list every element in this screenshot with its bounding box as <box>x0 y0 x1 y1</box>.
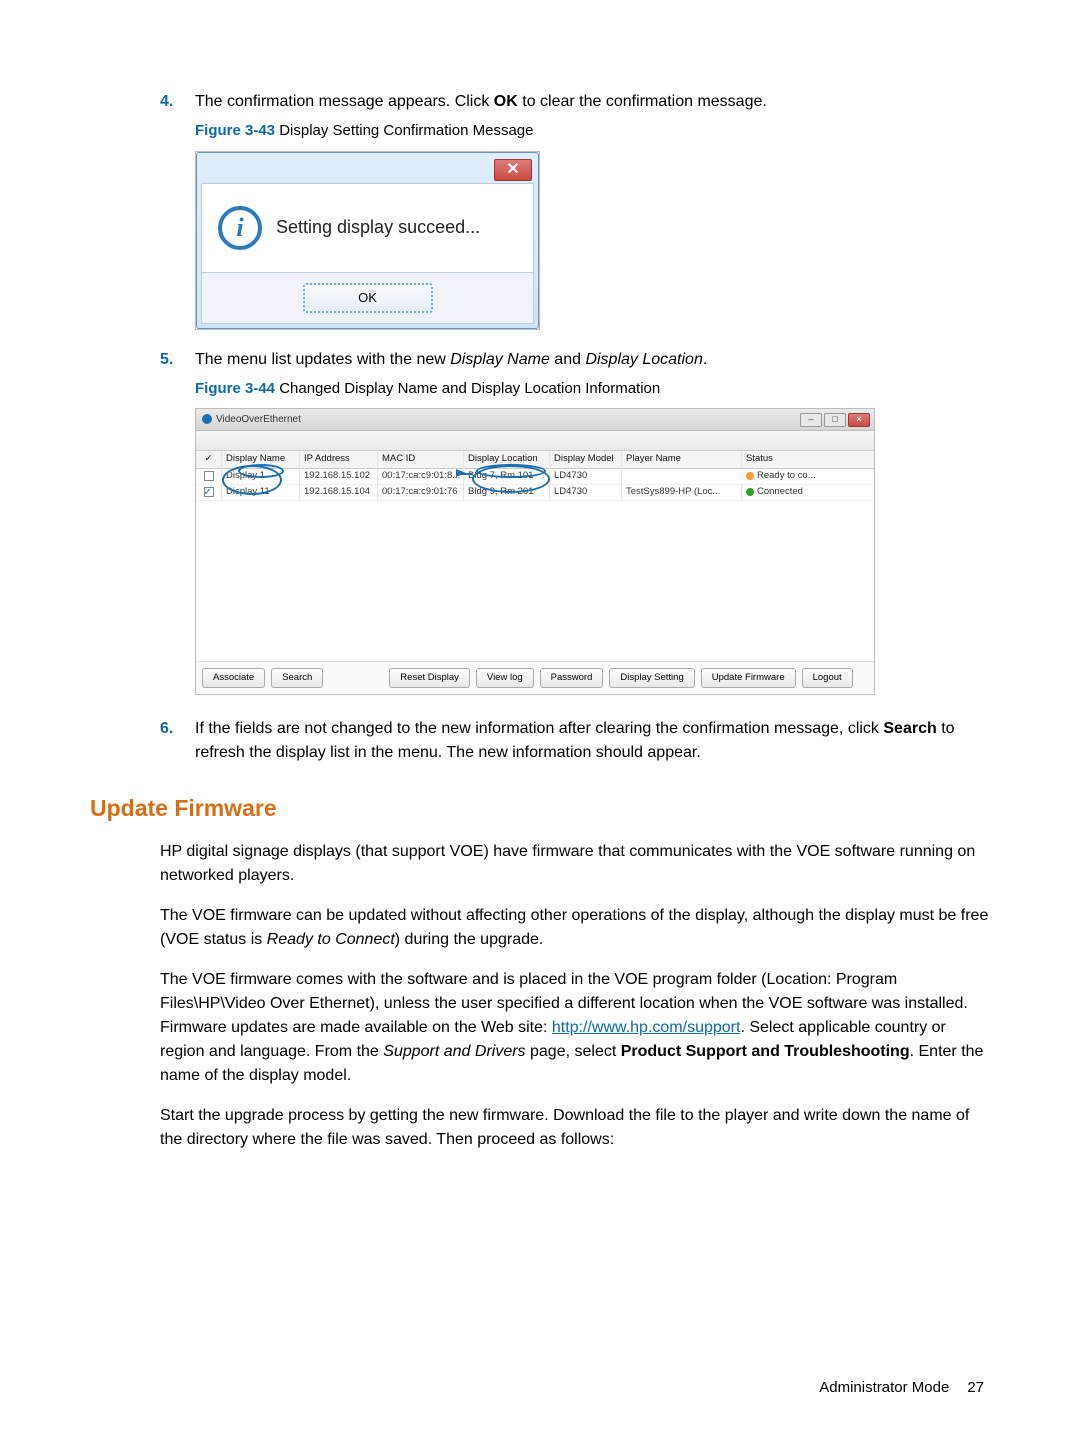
para-1: HP digital signage displays (that suppor… <box>160 840 990 888</box>
maximize-icon[interactable]: □ <box>824 413 846 427</box>
figure-3-44-prefix: Figure 3-44 <box>195 380 275 397</box>
section-heading-update-firmware: Update Firmware <box>90 791 990 826</box>
figure-3-43-caption: Figure 3-43 Display Setting Confirmation… <box>195 120 990 143</box>
figure-3-44-caption-text: Changed Display Name and Display Locatio… <box>275 380 660 397</box>
col-player-name[interactable]: Player Name <box>622 451 742 467</box>
password-button[interactable]: Password <box>540 668 604 688</box>
step-5-i2: Display Location <box>585 351 702 368</box>
para-3: The VOE firmware comes with the software… <box>160 968 990 1088</box>
col-mac-id[interactable]: MAC ID <box>378 451 464 467</box>
para-2: The VOE firmware can be updated without … <box>160 904 990 952</box>
figure-3-43-prefix: Figure 3-43 <box>195 122 275 139</box>
para-2-b: ) during the upgrade. <box>395 931 544 948</box>
dialog-titlebar: ✕ <box>201 157 534 183</box>
step-4-ok: OK <box>494 93 518 110</box>
step-5-text: The menu list updates with the new Displ… <box>195 351 707 368</box>
table-row[interactable]: Display 1 192.168.15.102 00:17:ca:c9:01:… <box>196 469 874 485</box>
figure-3-43-dialog: ✕ i Setting display succeed... OK <box>195 151 540 330</box>
cell-ip: 192.168.15.104 <box>300 484 378 500</box>
cell-player <box>622 476 742 478</box>
close-icon[interactable]: × <box>848 413 870 427</box>
app-bottom-bar: Associate Search Reset Display View log … <box>196 661 874 694</box>
para-4: Start the upgrade process by getting the… <box>160 1104 990 1152</box>
display-setting-button[interactable]: Display Setting <box>609 668 694 688</box>
cell-display-name: Display 11 <box>222 484 300 500</box>
associate-button[interactable]: Associate <box>202 668 265 688</box>
footer-page: 27 <box>967 1379 984 1396</box>
info-icon: i <box>218 206 262 250</box>
col-check: ✓ <box>196 451 222 467</box>
row-checkbox[interactable] <box>204 487 214 497</box>
cell-player: TestSys899-HP (Loc... <box>622 484 742 500</box>
cell-model: LD4730 <box>550 468 622 484</box>
cell-display-name: Display 1 <box>222 468 300 484</box>
col-display-model[interactable]: Display Model <box>550 451 622 467</box>
hp-support-link[interactable]: http://www.hp.com/support <box>552 1019 741 1036</box>
ok-button[interactable]: OK <box>303 283 433 313</box>
app-titlebar: VideoOverEthernet – □ × <box>196 409 874 431</box>
step-4-text-c: to clear the confirmation message. <box>518 93 767 110</box>
app-icon <box>202 414 212 424</box>
cell-mac: 00:17:ca:c9:01:76 <box>378 484 464 500</box>
cell-status: Connected <box>742 484 842 500</box>
figure-3-44-caption: Figure 3-44 Changed Display Name and Dis… <box>195 378 990 401</box>
search-button[interactable]: Search <box>271 668 323 688</box>
cell-model: LD4730 <box>550 484 622 500</box>
status-info-icon <box>746 472 754 480</box>
para-3-bold: Product Support and Troubleshooting <box>621 1043 910 1060</box>
page-footer: Administrator Mode 27 <box>819 1377 984 1400</box>
app-title: VideoOverEthernet <box>216 414 301 425</box>
step-5-text-a: The menu list updates with the new <box>195 351 450 368</box>
col-display-location[interactable]: Display Location <box>464 451 550 467</box>
logout-button[interactable]: Logout <box>802 668 853 688</box>
cell-status: Ready to co... <box>742 468 842 484</box>
minimize-icon[interactable]: – <box>800 413 822 427</box>
dialog-message: Setting display succeed... <box>276 214 480 241</box>
col-status[interactable]: Status <box>742 451 842 467</box>
update-firmware-button[interactable]: Update Firmware <box>701 668 796 688</box>
para-3-i: Support and Drivers <box>383 1043 525 1060</box>
step-number: 5. <box>160 348 173 372</box>
figure-3-43-caption-text: Display Setting Confirmation Message <box>275 122 533 139</box>
cell-mac: 00:17:ca:c9:01:8... <box>378 468 464 484</box>
table-header: ✓ Display Name IP Address MAC ID Display… <box>196 451 874 469</box>
step-number: 6. <box>160 717 173 741</box>
footer-label: Administrator Mode <box>819 1379 949 1396</box>
step-6: 6. If the fields are not changed to the … <box>160 717 990 765</box>
step-number: 4. <box>160 90 173 114</box>
app-toolbar <box>196 431 874 451</box>
reset-display-button[interactable]: Reset Display <box>389 668 470 688</box>
step-4: 4. The confirmation message appears. Cli… <box>160 90 990 330</box>
status-ok-icon <box>746 488 754 496</box>
step-6-text-a: If the fields are not changed to the new… <box>195 720 883 737</box>
table-row[interactable]: Display 11 192.168.15.104 00:17:ca:c9:01… <box>196 485 874 501</box>
step-5: 5. The menu list updates with the new Di… <box>160 348 990 696</box>
view-log-button[interactable]: View log <box>476 668 534 688</box>
step-4-text: The confirmation message appears. Click … <box>195 93 767 110</box>
col-display-name[interactable]: Display Name <box>222 451 300 467</box>
step-4-text-a: The confirmation message appears. Click <box>195 93 494 110</box>
step-5-text-c: . <box>703 351 707 368</box>
step-6-b1: Search <box>883 720 936 737</box>
figure-3-44-window: VideoOverEthernet – □ × ✓ Display Name I… <box>195 408 875 695</box>
para-2-i: Ready to Connect <box>267 931 395 948</box>
cell-location: Bldg 7, Rm 101 <box>464 468 550 484</box>
display-table: ✓ Display Name IP Address MAC ID Display… <box>196 451 874 661</box>
cell-location: Bldg 9, Rm 201 <box>464 484 550 500</box>
step-5-i1: Display Name <box>450 351 550 368</box>
step-6-text: If the fields are not changed to the new… <box>195 720 955 761</box>
row-checkbox[interactable] <box>204 471 214 481</box>
col-ip-address[interactable]: IP Address <box>300 451 378 467</box>
step-5-text-b: and <box>550 351 586 368</box>
cell-ip: 192.168.15.102 <box>300 468 378 484</box>
close-icon[interactable]: ✕ <box>494 159 532 181</box>
para-3-c: page, select <box>526 1043 621 1060</box>
